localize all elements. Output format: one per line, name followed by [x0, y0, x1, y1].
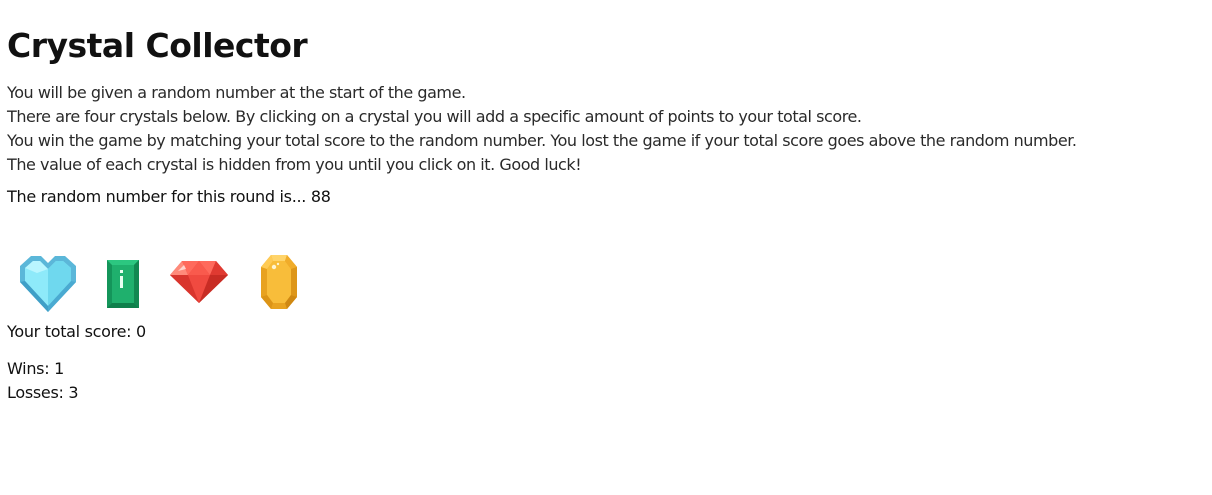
losses-value: 3	[68, 383, 79, 402]
wins-label: Wins:	[7, 359, 50, 378]
instruction-line: You will be given a random number at the…	[7, 83, 466, 102]
score-value: 0	[136, 322, 146, 341]
wins-value: 1	[54, 359, 64, 378]
blue-heart-crystal-icon[interactable]	[17, 252, 79, 314]
score-label: Your total score:	[7, 322, 132, 341]
green-emerald-crystal-icon[interactable]	[105, 258, 141, 310]
page-title: Crystal Collector	[7, 26, 308, 65]
target-label: The random number for this round is...	[7, 187, 307, 206]
total-score: Your total score: 0	[7, 320, 1205, 344]
instructions: You will be given a random number at the…	[7, 81, 1205, 177]
wins-line: Wins: 1	[7, 357, 1205, 381]
target-value: 88	[310, 187, 331, 206]
instruction-line: There are four crystals below. By clicki…	[7, 107, 862, 126]
crystal-row	[7, 249, 1205, 319]
game-page: Crystal Collector You will be given a ra…	[0, 0, 1212, 405]
red-ruby-crystal-icon[interactable]	[168, 257, 230, 305]
losses-line: Losses: 3	[7, 381, 1205, 405]
instruction-line: The value of each crystal is hidden from…	[7, 155, 582, 174]
losses-label: Losses:	[7, 383, 64, 402]
target-number: The random number for this round is... 8…	[7, 185, 1205, 209]
instruction-line: You win the game by matching your total …	[7, 131, 1077, 150]
win-loss-stats: Wins: 1 Losses: 3	[7, 357, 1205, 405]
yellow-topaz-crystal-icon[interactable]	[259, 253, 299, 311]
